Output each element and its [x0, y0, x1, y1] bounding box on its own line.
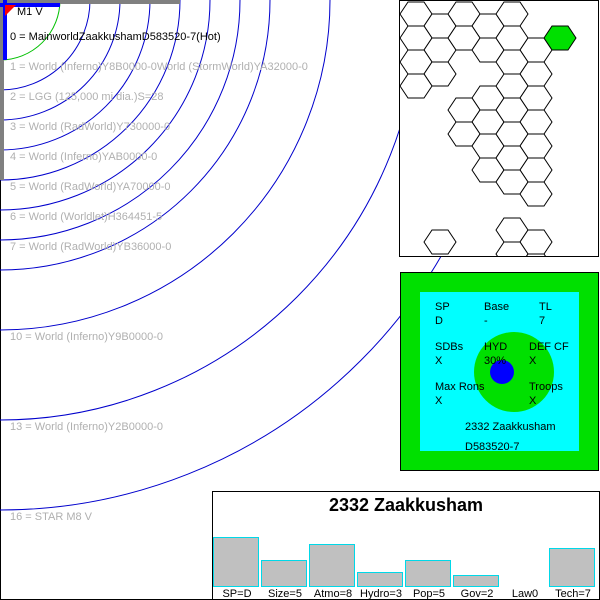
- profile-title: 2332 Zaakkusham: [328, 495, 484, 515]
- profile-bar: [309, 544, 355, 587]
- orbit-arc: [0, 0, 91, 91]
- profile-bar-label: Law0: [511, 588, 539, 600]
- tl-label: TL: [539, 301, 552, 313]
- orbit-label: 10 = World (Inferno)Y9B0000-0: [10, 331, 163, 343]
- troops-value: X: [529, 395, 537, 407]
- profile-bar: [405, 560, 451, 587]
- uwp-profile-chart: 2332 Zaakkusham SP=D Size=5 Atmo=8 Hydro=3 P…: [212, 491, 600, 600]
- profile-bar-label: Size=5: [268, 588, 302, 600]
- world-code: D583520-7: [465, 441, 520, 453]
- tl-value: 7: [539, 315, 546, 327]
- hex-cell: [423, 229, 457, 255]
- uwp-inner-panel: SP D Base - TL 7 SDBs X HYD 30% DEF CF X…: [420, 292, 579, 453]
- defcf-value: X: [529, 355, 537, 367]
- orbit-label: 6 = World (Worldlet)H364451-5: [10, 211, 163, 223]
- troops-label: Troops: [529, 381, 563, 393]
- defcf-label: DEF CF: [529, 341, 569, 353]
- subsector-hex-map: [399, 0, 599, 279]
- sdbs-value: X: [435, 355, 443, 367]
- profile-bar-label: Gov=2: [460, 588, 494, 600]
- profile-bar: [261, 560, 307, 587]
- sp-label: SP: [435, 301, 450, 313]
- maxrons-label: Max Rons: [435, 381, 485, 393]
- world-name: 2332 Zaakkusham: [465, 421, 556, 433]
- orbit-label: 2 = LGG (125,000 mi dia.)S=28: [10, 91, 164, 103]
- orbit-label: 16 = STAR M8 V: [10, 511, 93, 523]
- sdbs-label: SDBs: [435, 341, 464, 353]
- profile-bar: [549, 548, 595, 587]
- profile-bar-label: Tech=7: [555, 588, 591, 600]
- base-value: -: [484, 315, 488, 327]
- orbit-label: 7 = World (RadWorld)YB36000-0: [10, 241, 172, 253]
- profile-bar-label: Hydro=3: [360, 588, 402, 600]
- star-label: M1 V: [17, 6, 43, 18]
- uwp-panel: SP D Base - TL 7 SDBs X HYD 30% DEF CF X…: [400, 272, 599, 471]
- profile-bar: [453, 575, 499, 587]
- orbit-label: 4 = World (Inferno)YAB0000-0: [10, 151, 158, 163]
- orbit-arc: [0, 0, 331, 331]
- orbit-label: 1 = World (Inferno)Y8B0000-0World (Storm…: [10, 61, 308, 73]
- orbit-label: 5 = World (RadWorld)YA70000-0: [10, 181, 171, 193]
- profile-bar-label: SP=D: [222, 588, 252, 600]
- orbit-label: 13 = World (Inferno)Y2B0000-0: [10, 421, 163, 433]
- orbit-label: 3 = World (RadWorld)Y730000-0: [10, 121, 171, 133]
- profile-bar-label: Atmo=8: [313, 588, 353, 600]
- profile-bar: [213, 537, 259, 587]
- orbit-label: 0 = MainworldZaakkushamD583520-7(Hot): [10, 31, 221, 43]
- profile-bar: [357, 572, 403, 587]
- hex-grid: [399, 1, 577, 279]
- base-label: Base: [484, 301, 510, 313]
- profile-bar-label: Pop=5: [412, 588, 446, 600]
- hyd-value: 30%: [484, 355, 507, 367]
- hyd-label: HYD: [484, 341, 508, 353]
- maxrons-value: X: [435, 395, 443, 407]
- sp-value: D: [435, 315, 443, 327]
